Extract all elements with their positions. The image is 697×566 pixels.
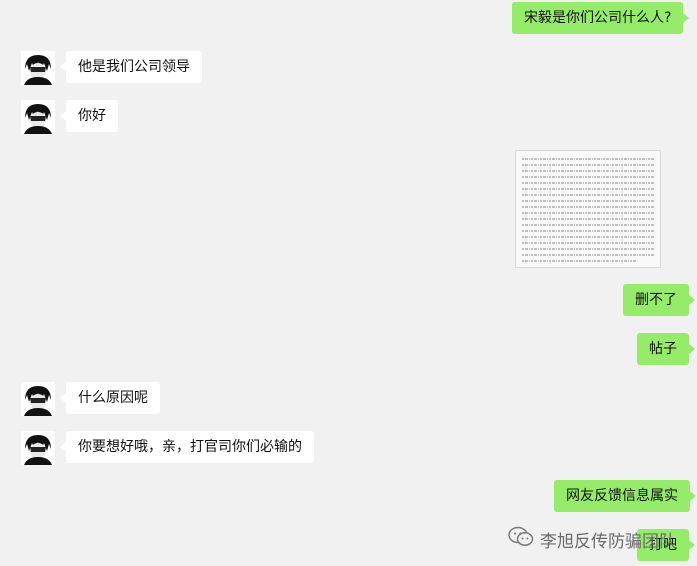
message-bubble-outgoing[interactable]: 帖子 <box>637 333 695 365</box>
contact-avatar[interactable] <box>21 100 55 134</box>
message-bubble-incoming[interactable]: 他是我们公司领导 <box>60 51 202 83</box>
message-bubble-incoming[interactable]: 你好 <box>60 100 118 132</box>
contact-avatar[interactable] <box>21 431 55 465</box>
message-bubble-outgoing[interactable]: 宋毅是你们公司什么人? <box>512 2 690 34</box>
watermark: 李旭反传防骗团队 <box>508 526 676 553</box>
message-bubble-outgoing[interactable]: 删不了 <box>623 284 695 316</box>
wechat-icon <box>508 526 534 553</box>
contact-avatar[interactable] <box>21 51 55 85</box>
message-bubble-outgoing[interactable]: 网友反馈信息属实 <box>554 480 696 512</box>
message-bubble-incoming[interactable]: 你要想好哦，亲，打官司你们必输的 <box>60 431 314 463</box>
shared-document-image[interactable] <box>515 150 661 268</box>
contact-avatar[interactable] <box>21 382 55 416</box>
message-bubble-incoming[interactable]: 什么原因呢 <box>60 382 160 414</box>
watermark-text: 李旭反传防骗团队 <box>540 532 676 552</box>
